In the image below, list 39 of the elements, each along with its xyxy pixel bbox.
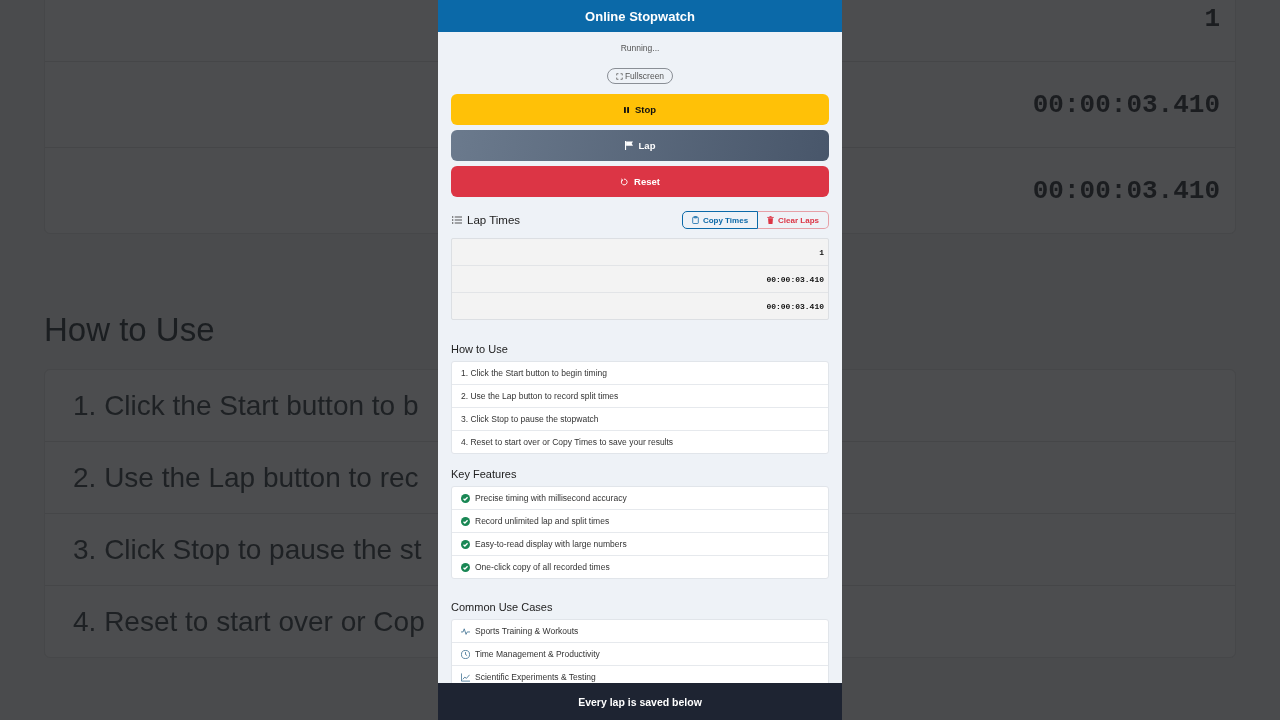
pulse-icon	[461, 626, 470, 636]
app-title: Online Stopwatch	[585, 8, 695, 24]
lap-time: 1	[819, 247, 824, 257]
copy-times-button[interactable]: Copy Times	[681, 211, 759, 229]
reset-button[interactable]: Reset	[451, 166, 829, 197]
section-heading: How to Use	[451, 342, 508, 356]
clock-icon	[461, 649, 470, 659]
lap-button[interactable]: Lap	[451, 130, 829, 161]
step-text: 4. Reset to start over or Copy Times to save your results	[461, 437, 674, 447]
trash-icon	[767, 216, 775, 224]
step-text: 3. Click Stop to pause the stopwatch	[461, 414, 599, 424]
lap-time: 00:00:03.410	[766, 274, 824, 284]
section-heading: Common Use Cases	[451, 600, 553, 614]
check-circle-icon	[461, 493, 470, 503]
feature-text: Record unlimited lap and split times	[475, 516, 610, 526]
check-circle-icon	[461, 516, 470, 526]
line-chart-icon	[461, 672, 470, 682]
step-text: 1. Click the Start button to begin timing	[461, 368, 607, 378]
use-case-text: Scientific Experiments & Testing	[475, 672, 596, 682]
section-heading: Key Features	[451, 467, 517, 481]
step-text: 2. Use the Lap button to record split times	[461, 391, 619, 401]
check-circle-icon	[461, 562, 470, 572]
status-text: Running...	[620, 42, 660, 54]
clear-laps-button[interactable]: Clear Laps	[758, 211, 829, 229]
lap-times-heading: Lap Times	[467, 214, 521, 226]
use-case-text: Time Management & Productivity	[475, 649, 600, 659]
rotate-icon	[620, 177, 629, 186]
check-circle-icon	[461, 539, 470, 549]
feature-text: Precise timing with millisecond accuracy	[475, 493, 627, 503]
feature-text: One-click copy of all recorded times	[475, 562, 610, 572]
caption-bar: Every lap is saved below	[438, 683, 842, 720]
lap-time: 00:00:03.410	[766, 301, 824, 311]
pause-icon	[623, 106, 629, 113]
stop-button[interactable]: Stop	[451, 94, 829, 125]
clipboard-icon	[691, 216, 699, 224]
use-case-text: Sports Training & Workouts	[475, 626, 579, 636]
flag-icon	[624, 141, 633, 150]
feature-text: Easy-to-read display with large numbers	[475, 539, 627, 549]
fullscreen-icon	[615, 72, 623, 80]
